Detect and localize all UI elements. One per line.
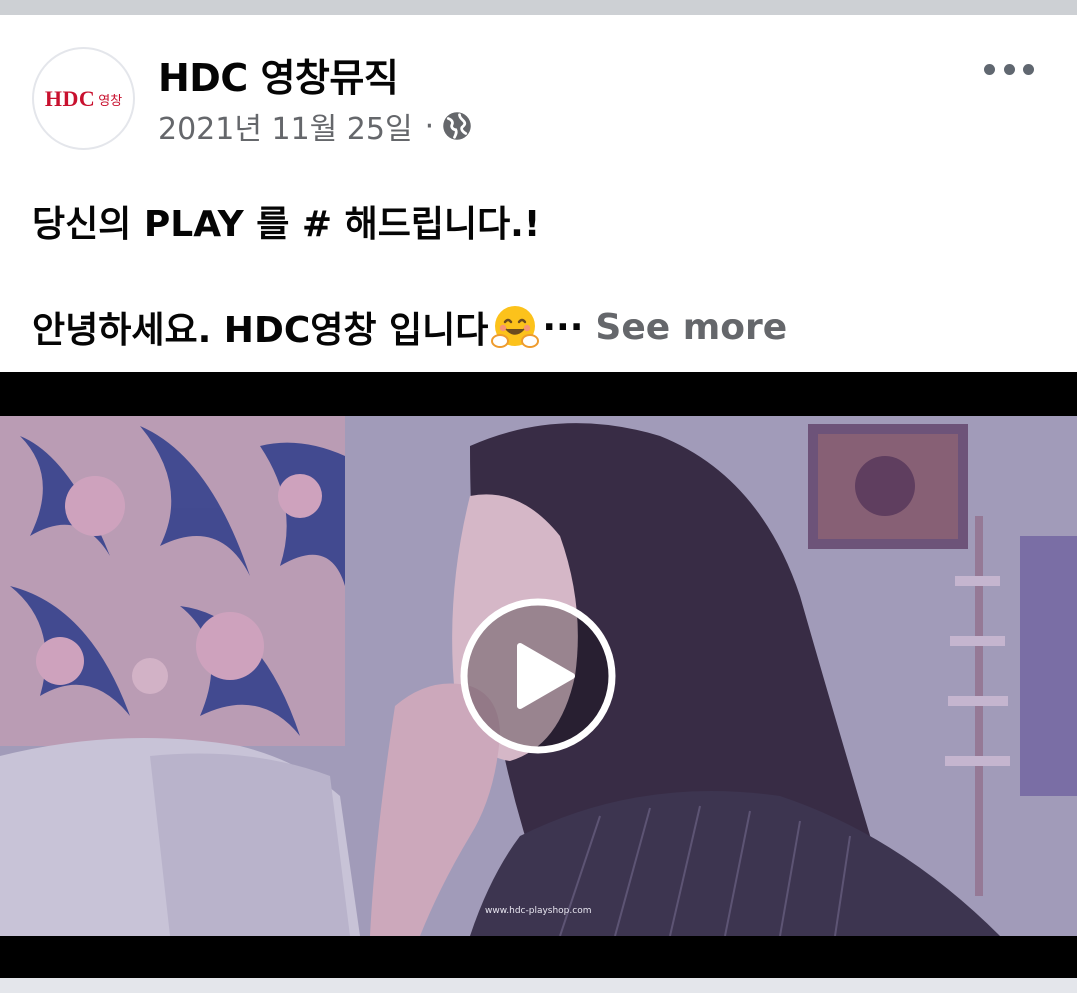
page-name-link[interactable]: HDC 영창뮤직 [158, 47, 399, 102]
feed-divider-top [0, 0, 1077, 15]
post-timestamp[interactable]: 2021년 11월 25일 [158, 104, 413, 148]
post-card: HDC 영창 HDC 영창뮤직 2021년 11월 25일 · 당신의 PLAY… [0, 15, 1077, 993]
feed-divider-bottom [0, 978, 1077, 993]
meta-separator: · [424, 108, 435, 144]
post-text-line-1: 당신의 PLAY 를 # 해드립니다.! [32, 204, 541, 245]
hugging-face-emoji-icon [488, 302, 540, 352]
text-ellipsis: ··· [542, 306, 584, 348]
more-options-icon[interactable] [984, 57, 1034, 81]
video-watermark: www.hdc-playshop.com [485, 906, 592, 916]
post-meta: 2021년 11월 25일 · [158, 104, 472, 148]
avatar-logo-text: HDC [44, 85, 96, 111]
post-text-greeting: 안녕하세요. HDC영창 입니다 [32, 310, 489, 351]
page-avatar[interactable]: HDC 영창 [32, 47, 135, 150]
see-more-link[interactable]: See more [595, 307, 787, 348]
post-text-line-2: 안녕하세요. HDC영창 입니다 ··· See more [32, 301, 787, 353]
globe-icon[interactable] [442, 111, 472, 141]
video-player[interactable]: www.hdc-playshop.com [0, 372, 1077, 993]
play-icon[interactable] [460, 598, 616, 754]
avatar-logo-subtext: 영창 [98, 94, 123, 109]
